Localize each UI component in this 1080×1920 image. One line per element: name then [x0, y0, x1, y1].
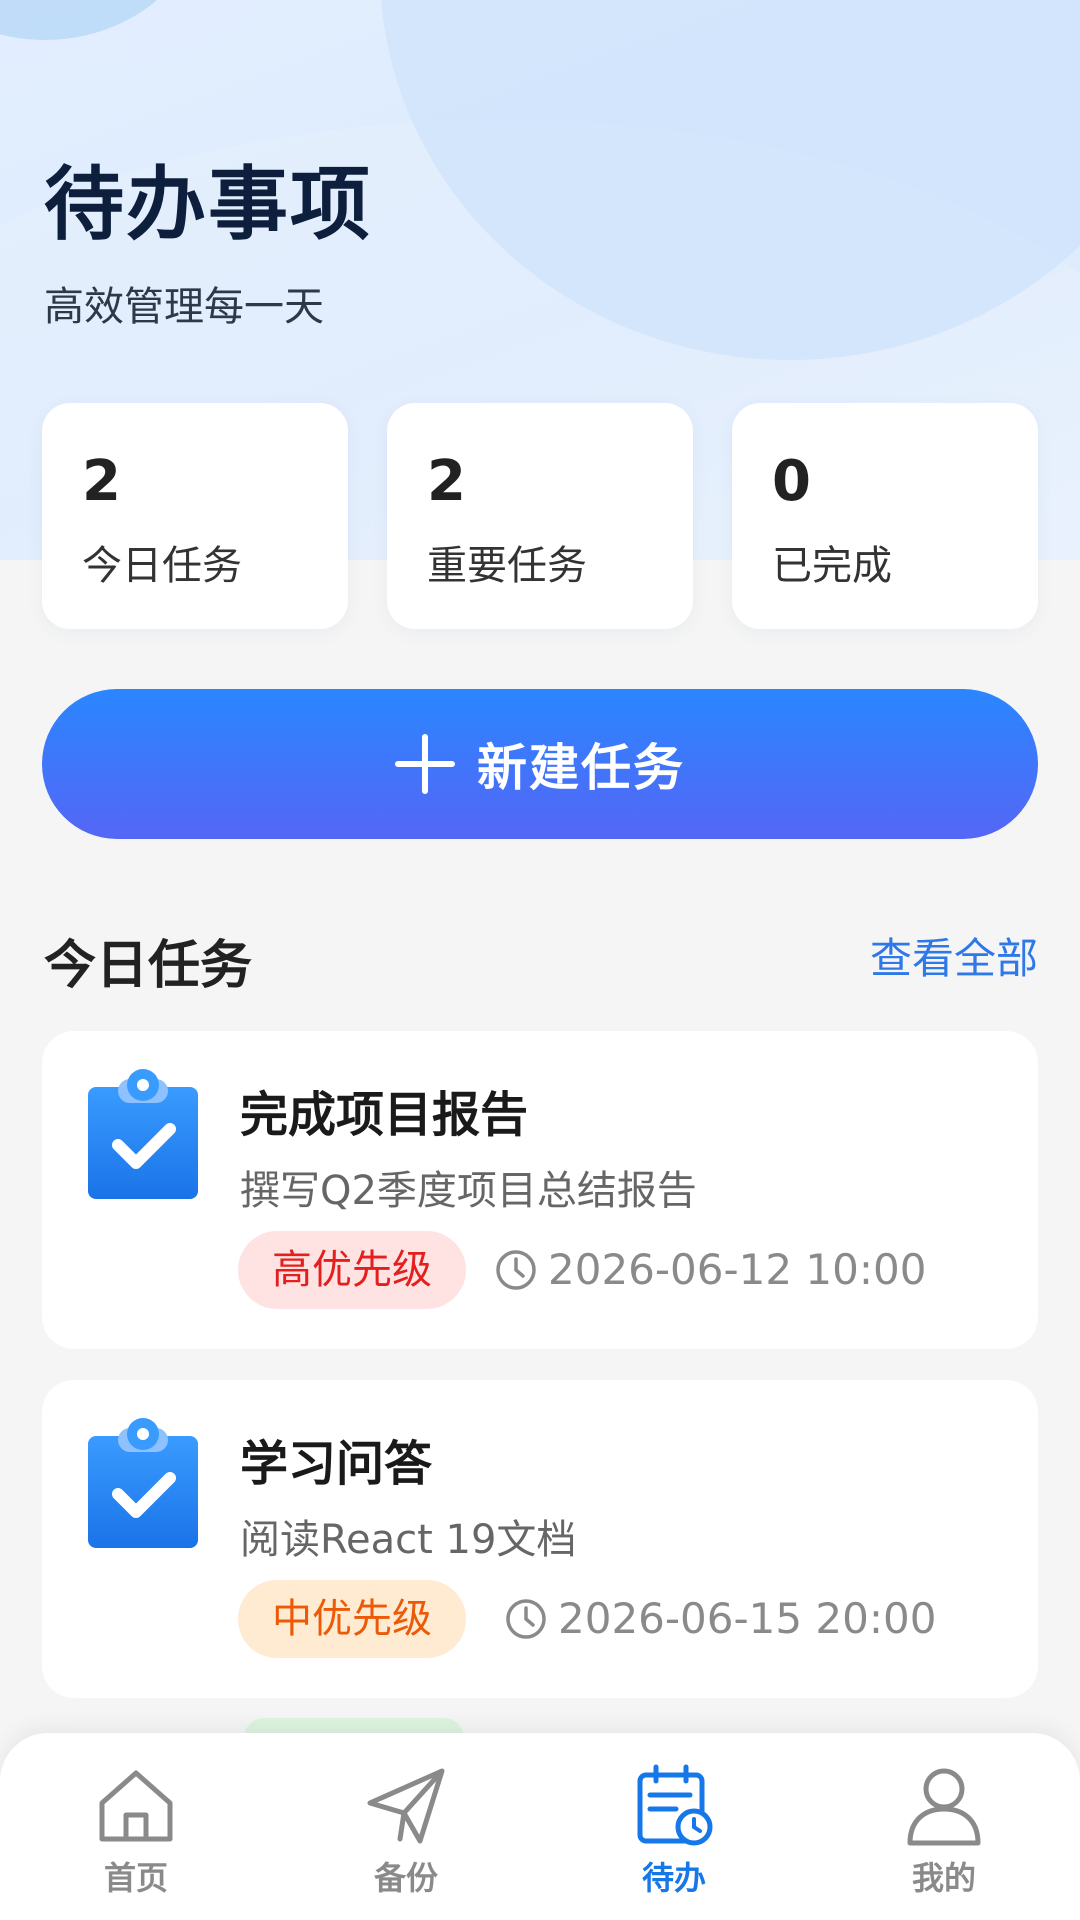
task-time: 2026-06-15 20:00 [504, 1594, 936, 1643]
page-title: 待办事项 [44, 158, 372, 251]
stat-value: 2 [82, 449, 121, 514]
clipboard-check-icon [88, 1069, 198, 1199]
calendar-clock-icon [637, 1764, 713, 1846]
stat-value: 0 [772, 449, 811, 514]
clipboard-check-icon [88, 1418, 198, 1548]
task-description: 阅读React 19文档 [240, 1517, 577, 1563]
tab-label: 待办 [641, 1859, 706, 1897]
task-title: 学习问答 [240, 1436, 433, 1492]
bottom-tab-bar: 首页 备份 待办 我的 [0, 1733, 1080, 1920]
home-icon [99, 1770, 173, 1842]
tab-label: 我的 [911, 1859, 976, 1897]
task-card[interactable]: 完成项目报告 撰写Q2季度项目总结报告 高优先级 2026-06-12 10:0… [42, 1031, 1038, 1349]
task-time: 2026-06-12 10:00 [494, 1245, 926, 1294]
stat-card-today[interactable]: 2 今日任务 [42, 403, 348, 629]
tab-label: 首页 [103, 1859, 168, 1897]
tab-label: 备份 [373, 1859, 438, 1897]
stat-label: 重要任务 [427, 543, 587, 589]
new-task-button-label: 新建任务 [477, 739, 685, 797]
new-task-button[interactable]: 新建任务 [42, 689, 1038, 839]
task-description: 撰写Q2季度项目总结报告 [240, 1168, 697, 1214]
paper-plane-icon [367, 1768, 445, 1844]
stat-card-completed[interactable]: 0 已完成 [732, 403, 1038, 629]
stat-card-important[interactable]: 2 重要任务 [387, 403, 693, 629]
priority-badge: 中优先级 [238, 1580, 466, 1658]
tab-todo[interactable]: 待办 [604, 1763, 744, 1903]
clock-icon [496, 1249, 536, 1290]
section-title: 今日任务 [44, 936, 253, 996]
task-time-text: 2026-06-12 10:00 [548, 1245, 927, 1294]
stat-label: 今日任务 [82, 543, 242, 589]
task-title: 完成项目报告 [240, 1087, 529, 1143]
tab-profile[interactable]: 我的 [874, 1763, 1014, 1903]
page-subtitle: 高效管理每一天 [44, 284, 324, 330]
tab-backup[interactable]: 备份 [336, 1763, 476, 1903]
plus-icon [395, 734, 455, 794]
stat-label: 已完成 [772, 543, 892, 589]
priority-badge: 高优先级 [238, 1231, 466, 1309]
stat-value: 2 [427, 449, 466, 514]
task-card[interactable]: 学习问答 阅读React 19文档 中优先级 2026-06-15 20:00 [42, 1380, 1038, 1698]
tab-home[interactable]: 首页 [66, 1763, 206, 1903]
clock-icon [506, 1598, 546, 1639]
see-all-link[interactable]: 查看全部 [870, 925, 1038, 986]
task-time-text: 2026-06-15 20:00 [558, 1594, 937, 1643]
user-icon [907, 1768, 981, 1846]
